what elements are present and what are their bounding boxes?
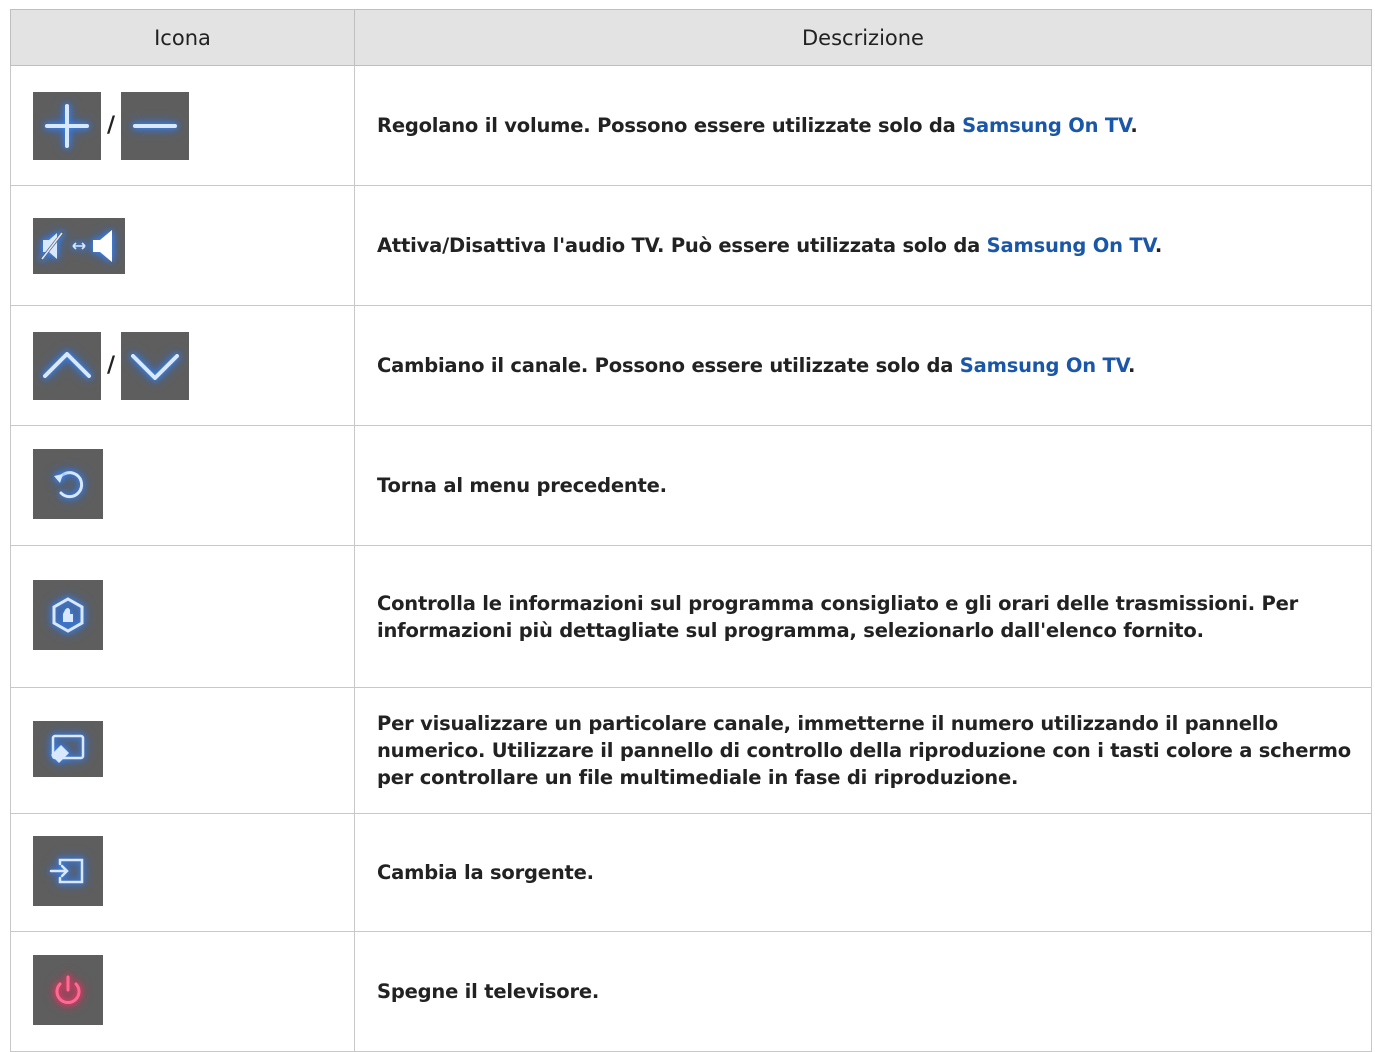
- column-header-description: Descrizione: [354, 9, 1372, 66]
- table-row: / Cambiano il canale. Possono essere uti…: [10, 305, 1372, 426]
- power-icon: [33, 954, 103, 1025]
- highlight-term: Samsung On TV: [962, 114, 1131, 137]
- row-description: Spegne il televisore.: [354, 931, 1372, 1052]
- table-row: Per visualizzare un particolare canale, …: [10, 687, 1372, 814]
- return-icon: [33, 448, 103, 519]
- table-row: Torna al menu precedente.: [10, 425, 1372, 546]
- table-row: Controlla le informazioni sul programma …: [10, 545, 1372, 688]
- column-header-icon: Icona: [10, 9, 355, 66]
- row-description: Attiva/Disattiva l'audio TV. Può essere …: [354, 185, 1372, 306]
- mute-toggle-icon: [33, 217, 125, 274]
- row-description: Cambia la sorgente.: [354, 813, 1372, 932]
- highlight-term: Samsung On TV: [959, 354, 1128, 377]
- table-row: / Regolano il volume. Possono essere uti…: [10, 65, 1372, 186]
- icon-description-table: Icona Descrizione / Regolano il volume. …: [10, 9, 1372, 1052]
- table-row: Spegne il televisore.: [10, 931, 1372, 1052]
- plus-icon: [33, 91, 101, 160]
- icon-separator: /: [107, 113, 116, 138]
- chevron-down-icon: [121, 331, 190, 400]
- row-description: Regolano il volume. Possono essere utili…: [354, 65, 1372, 186]
- row-description: Per visualizzare un particolare canale, …: [354, 687, 1372, 814]
- table-header-row: Icona Descrizione: [10, 9, 1372, 66]
- row-description: Cambiano il canale. Possono essere utili…: [354, 305, 1372, 426]
- row-description: Controlla le informazioni sul programma …: [354, 545, 1372, 688]
- source-icon: [33, 835, 103, 906]
- remote-panel-icon: [33, 720, 103, 777]
- icon-separator: /: [107, 353, 116, 378]
- table-row: Attiva/Disattiva l'audio TV. Può essere …: [10, 185, 1372, 306]
- row-description: Torna al menu precedente.: [354, 425, 1372, 546]
- table-row: Cambia la sorgente.: [10, 813, 1372, 932]
- minus-icon: [121, 91, 190, 160]
- chevron-up-icon: [33, 331, 101, 400]
- highlight-term: Samsung On TV: [986, 234, 1155, 257]
- recommended-icon: [33, 579, 103, 650]
